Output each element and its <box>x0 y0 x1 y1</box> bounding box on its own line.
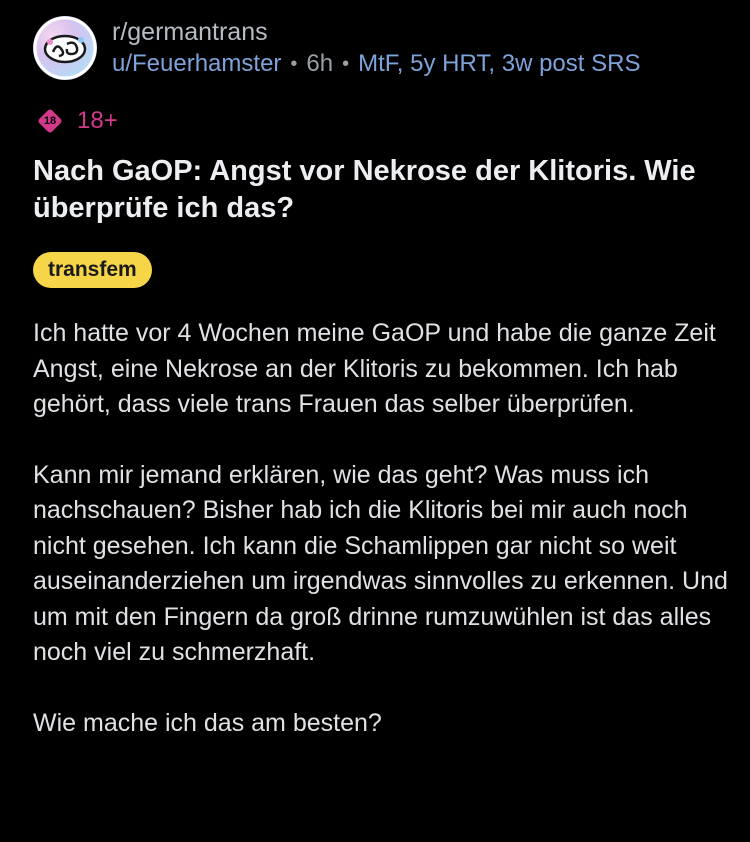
post-body: Ich hatte vor 4 Wochen meine GaOP und ha… <box>33 316 733 776</box>
user-flair: MtF, 5y HRT, 3w post SRS <box>358 50 641 77</box>
post-flair[interactable]: transfem <box>33 252 152 288</box>
nsfw-label: 18+ <box>77 107 118 134</box>
post-meta: u/Feuerhamster • 6h • MtF, 5y HRT, 3w po… <box>112 50 640 78</box>
post-time: 6h <box>306 50 334 77</box>
body-paragraph: Kann mir jemand erklären, wie das geht? … <box>33 460 728 667</box>
subreddit-avatar-icon[interactable] <box>33 16 97 80</box>
nsfw-badge-number: 18 <box>43 115 57 127</box>
meta-separator: • <box>290 52 298 75</box>
nsfw-18-icon: 18 <box>37 108 63 134</box>
meta-separator: • <box>342 52 350 75</box>
subreddit-name[interactable]: r/germantrans <box>112 18 268 47</box>
post-title: Nach GaOP: Angst vor Nekrose der Klitori… <box>33 155 696 224</box>
post-header: r/germantrans u/Feuerhamster • 6h • MtF,… <box>33 16 733 82</box>
author-username[interactable]: u/Feuerhamster <box>112 50 281 78</box>
body-paragraph: Ich hatte vor 4 Wochen meine GaOP und ha… <box>33 319 716 418</box>
nsfw-tag: 18 18+ <box>37 107 118 135</box>
body-paragraph: Wie mache ich das am besten? <box>33 708 382 737</box>
